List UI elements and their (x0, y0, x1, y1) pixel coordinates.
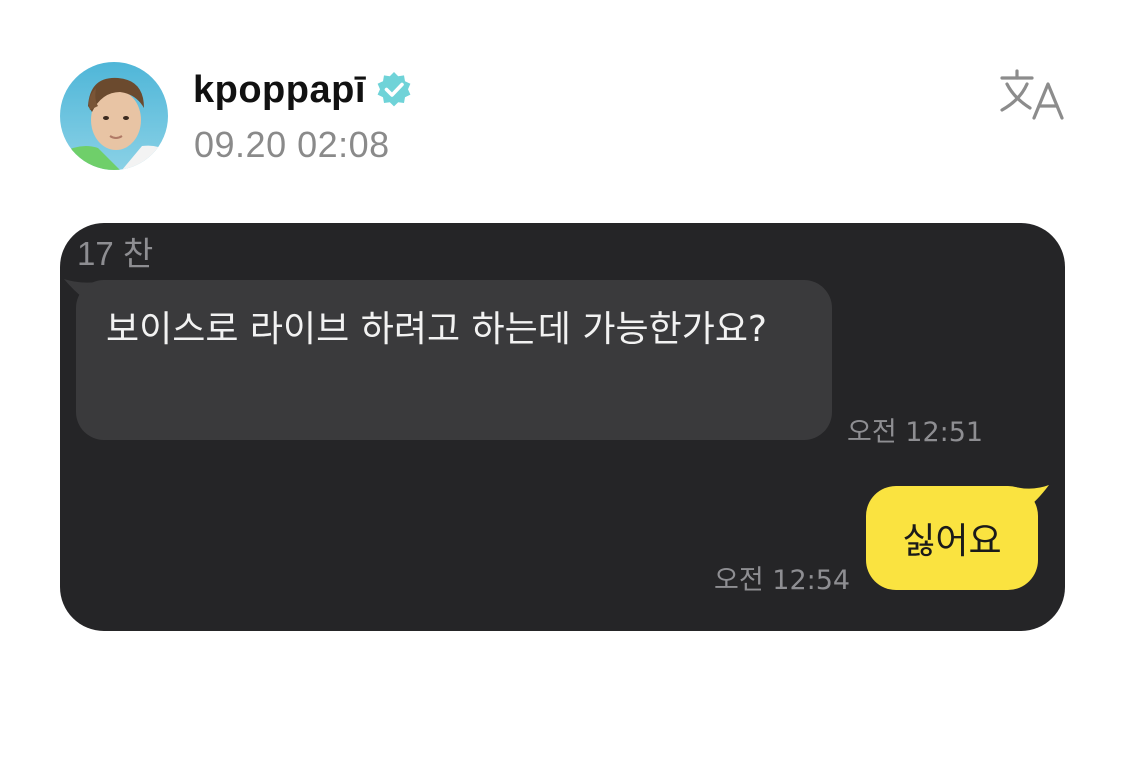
profile-photo (60, 62, 168, 170)
translate-button[interactable] (998, 68, 1068, 122)
translate-icon (1000, 69, 1064, 120)
chat-screenshot-card: 17 찬 보이스로 라이브 하려고 하는데 가능한가요? 오전 12:51 싫어… (60, 223, 1065, 631)
incoming-message-text: 보이스로 라이브 하려고 하는데 가능한가요? (106, 309, 768, 350)
outgoing-message-text: 싫어요 (902, 521, 1002, 562)
chat-participant-count: 17 찬 (77, 235, 154, 272)
outgoing-message-time: 오전 12:54 (714, 565, 851, 596)
avatar[interactable] (60, 62, 168, 170)
username-row[interactable]: kpoppapī (193, 66, 414, 114)
username[interactable]: kpoppapī (193, 69, 366, 112)
outgoing-message-bubble[interactable]: 싫어요 (866, 486, 1038, 590)
incoming-message-time: 오전 12:51 (847, 417, 984, 448)
incoming-message-bubble[interactable]: 보이스로 라이브 하려고 하는데 가능한가요? (76, 280, 832, 440)
post-timestamp: 09.20 02:08 (194, 124, 390, 165)
verified-badge-icon (377, 72, 411, 107)
